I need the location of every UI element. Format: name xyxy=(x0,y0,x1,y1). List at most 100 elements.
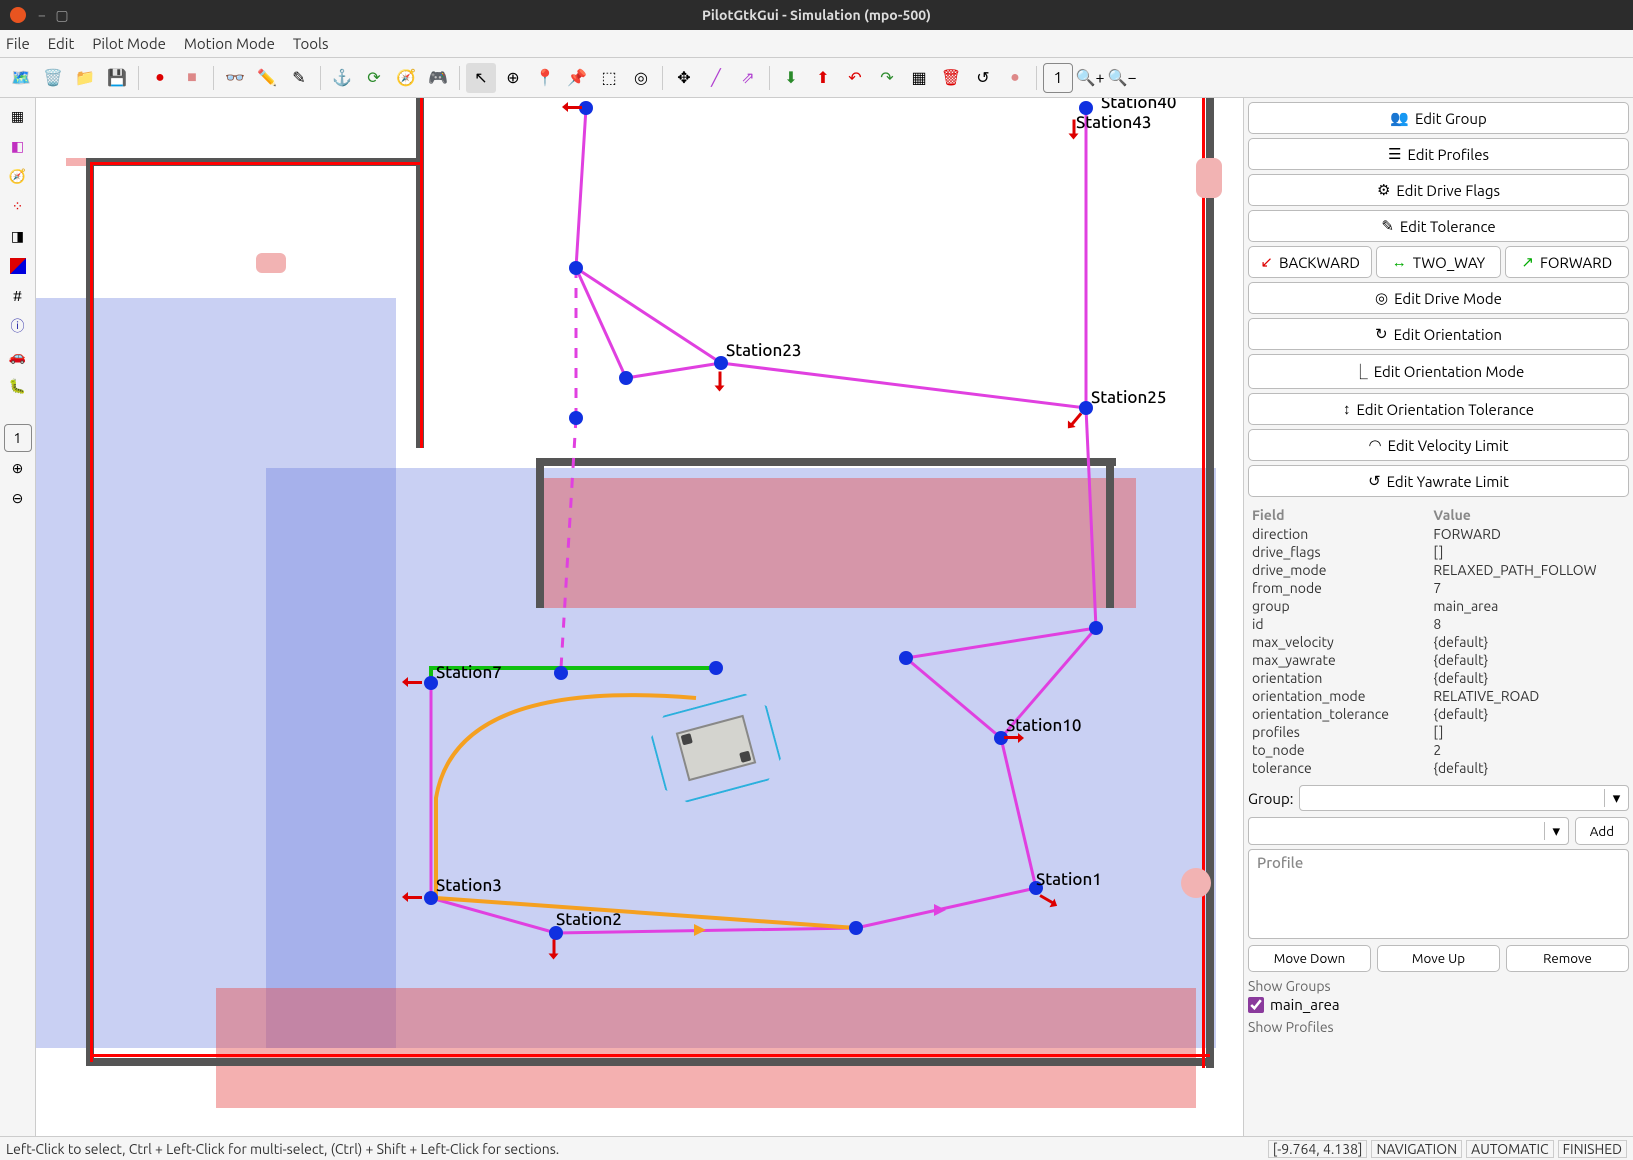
record-button[interactable]: ● xyxy=(145,63,175,93)
compass-layer-button[interactable]: 🧭 xyxy=(4,162,32,190)
add-map-button[interactable]: 🗺️ xyxy=(6,63,36,93)
edit-tolerance-button[interactable]: ✎Edit Tolerance xyxy=(1248,210,1629,242)
menu-tools[interactable]: Tools xyxy=(293,35,329,52)
compass2-button[interactable]: 🧭 xyxy=(391,63,421,93)
costmap-layer-button[interactable] xyxy=(4,252,32,280)
edit-velocity-button[interactable]: ◠Edit Velocity Limit xyxy=(1248,429,1629,461)
arrow-left-icon: ↙ xyxy=(1260,253,1273,271)
properties-table: Field Value directionFORWARD drive_flags… xyxy=(1248,505,1629,777)
node-add-button[interactable]: 📍 xyxy=(530,63,560,93)
zoom-in-button[interactable]: 🔍+ xyxy=(1075,63,1105,93)
status-hint: Left-Click to select, Ctrl + Left-Click … xyxy=(6,1141,559,1157)
menu-file[interactable]: File xyxy=(6,35,30,52)
delete-button[interactable]: 🗑 xyxy=(936,63,966,93)
hash-layer-button[interactable]: # xyxy=(4,282,32,310)
target-button[interactable]: ⊕ xyxy=(498,63,528,93)
station-label: Station2 xyxy=(556,910,622,929)
add-button[interactable]: Add xyxy=(1575,817,1629,845)
save-button[interactable]: 💾 xyxy=(102,63,132,93)
node-edit-button[interactable]: 📌 xyxy=(562,63,592,93)
obstacle xyxy=(1181,868,1211,898)
window-titlebar: − ▢ PilotGtkGui - Simulation (mpo-500) xyxy=(0,0,1633,30)
select-rect-button[interactable]: ⬚ xyxy=(594,63,624,93)
forward-button[interactable]: ↗FORWARD xyxy=(1505,246,1629,278)
two-way-button[interactable]: ↔TWO_WAY xyxy=(1376,246,1500,278)
status-fin: FINISHED xyxy=(1558,1140,1627,1158)
compass-button[interactable]: ⚓ xyxy=(327,63,357,93)
target-icon: ◎ xyxy=(1375,289,1388,307)
gradient-layer-button[interactable]: ◨ xyxy=(4,222,32,250)
import-button[interactable]: ⬇ xyxy=(776,63,806,93)
info-layer-button[interactable]: ⓘ xyxy=(4,312,32,340)
robot-layer-button[interactable]: 🚗 xyxy=(4,342,32,370)
redo-button[interactable]: ↷ xyxy=(872,63,902,93)
separator xyxy=(213,66,214,90)
target2-button[interactable]: ◎ xyxy=(626,63,656,93)
left-toolbar: ▦ ◧ 🧭 ⁘ ◨ # ⓘ 🚗 🐛 1 ⊕ ⊖ xyxy=(0,98,36,1136)
gamepad-button[interactable]: 🎮 xyxy=(423,63,453,93)
line2-button[interactable]: ⇗ xyxy=(733,63,763,93)
edit-group-button[interactable]: 👥Edit Group xyxy=(1248,102,1629,134)
station-label: Station23 xyxy=(726,341,801,360)
window-title: PilotGtkGui - Simulation (mpo-500) xyxy=(0,7,1633,23)
edit-orientation-mode-button[interactable]: ⎿Edit Orientation Mode xyxy=(1248,354,1629,389)
export-button[interactable]: ⬆ xyxy=(808,63,838,93)
menu-motion-mode[interactable]: Motion Mode xyxy=(184,35,275,52)
updown-icon: ↕ xyxy=(1343,400,1351,418)
remove-map-button[interactable]: 🗑️ xyxy=(38,63,68,93)
cursor-button[interactable]: ↖ xyxy=(466,63,496,93)
edit-drive-flags-button[interactable]: ⚙Edit Drive Flags xyxy=(1248,174,1629,206)
bug-layer-button[interactable]: 🐛 xyxy=(4,372,32,400)
separator xyxy=(459,66,460,90)
line1-button[interactable]: ╱ xyxy=(701,63,731,93)
lidar-layer-button[interactable]: ⁘ xyxy=(4,192,32,220)
orange-circle-button[interactable]: ● xyxy=(1000,63,1030,93)
group-icon: 👥 xyxy=(1390,109,1409,127)
show-profiles-label: Show Profiles xyxy=(1248,1019,1629,1035)
station-label: Station25 xyxy=(1091,388,1166,407)
remove-button[interactable]: Remove xyxy=(1506,945,1629,972)
edit-profiles-button[interactable]: ☰Edit Profiles xyxy=(1248,138,1629,170)
separator xyxy=(1036,66,1037,90)
zoom-out-button[interactable]: 🔍− xyxy=(1107,63,1137,93)
prop-value: FORWARD xyxy=(1429,525,1629,543)
grid-button[interactable]: ▦ xyxy=(904,63,934,93)
undo-button[interactable]: ↶ xyxy=(840,63,870,93)
profile-list[interactable]: Profile xyxy=(1248,849,1629,939)
view-glasses-button[interactable]: 👓 xyxy=(220,63,250,93)
open-folder-button[interactable]: 📁 xyxy=(70,63,100,93)
menu-edit[interactable]: Edit xyxy=(48,35,75,52)
edit-yawrate-button[interactable]: ↺Edit Yawrate Limit xyxy=(1248,465,1629,497)
menu-pilot-mode[interactable]: Pilot Mode xyxy=(92,35,166,52)
edit1-button[interactable]: ✏️ xyxy=(252,63,282,93)
zoom-in-left-button[interactable]: ⊕ xyxy=(4,454,32,482)
separator xyxy=(769,66,770,90)
move-up-button[interactable]: Move Up xyxy=(1377,945,1500,972)
graph-layer-button[interactable]: ◧ xyxy=(4,132,32,160)
road-graph xyxy=(36,98,1243,1136)
zoom-out-left-button[interactable]: ⊖ xyxy=(4,484,32,512)
arrow-right-icon: ↗ xyxy=(1521,253,1534,271)
obstacle xyxy=(1196,158,1222,198)
backward-button[interactable]: ↙BACKWARD xyxy=(1248,246,1372,278)
chevron-down-icon: ▾ xyxy=(1604,789,1628,807)
edit-orientation-tol-button[interactable]: ↕Edit Orientation Tolerance xyxy=(1248,393,1629,425)
edit-drive-mode-button[interactable]: ◎Edit Drive Mode xyxy=(1248,282,1629,314)
move-down-button[interactable]: Move Down xyxy=(1248,945,1371,972)
map-canvas[interactable]: Station40 Station43 Station23 Station25 … xyxy=(36,98,1243,1136)
fit-view-button[interactable]: 1 xyxy=(4,424,32,452)
grid-layer-button[interactable]: ▦ xyxy=(4,102,32,130)
sliders-icon: ⚙ xyxy=(1377,181,1390,199)
main-area-checkbox[interactable] xyxy=(1248,997,1264,1013)
stop-button[interactable]: ■ xyxy=(177,63,207,93)
group-label: Group: xyxy=(1248,790,1293,807)
edit2-button[interactable]: ✎ xyxy=(284,63,314,93)
edit-orientation-button[interactable]: ↻Edit Orientation xyxy=(1248,318,1629,350)
history-button[interactable]: ↺ xyxy=(968,63,998,93)
profile-combo[interactable]: ▾ xyxy=(1248,817,1569,845)
group-combo[interactable]: ▾ xyxy=(1299,785,1629,811)
properties-panel: 👥Edit Group ☰Edit Profiles ⚙Edit Drive F… xyxy=(1243,98,1633,1136)
refresh-button[interactable]: ⟳ xyxy=(359,63,389,93)
move-button[interactable]: ✥ xyxy=(669,63,699,93)
count-button[interactable]: 1 xyxy=(1043,63,1073,93)
